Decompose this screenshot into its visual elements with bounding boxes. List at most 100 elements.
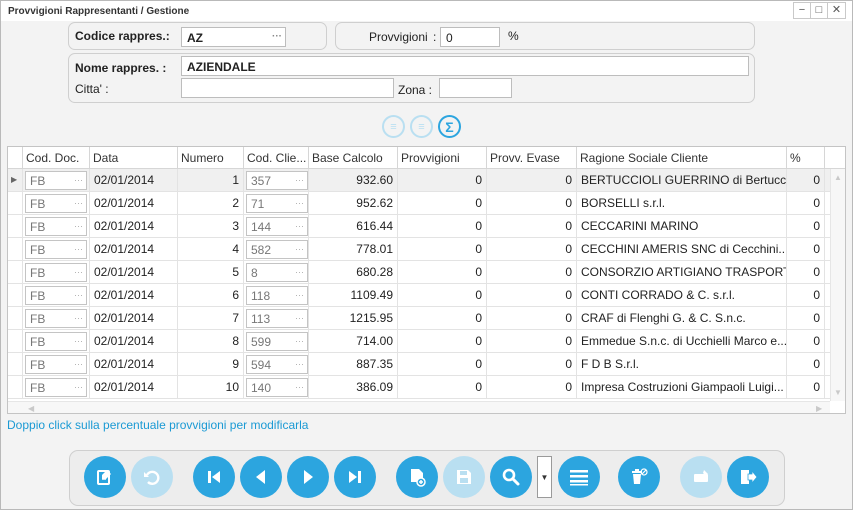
cod-doc-lookup-dots[interactable]: ··· [74,359,83,369]
previous-record-button[interactable] [240,456,282,498]
cod-doc-lookup-dots[interactable]: ··· [74,336,83,346]
table-row[interactable]: FB ··· 02/01/2014 3 144 ··· 616.44 0 0 CECCARINI … [8,215,845,238]
cod-cliente-field[interactable]: 8 ··· [246,263,308,282]
cod-doc-field[interactable]: FB ··· [25,217,87,236]
maximize-button[interactable]: □ [811,3,828,18]
new-document-button[interactable] [396,456,438,498]
cod-cliente-field[interactable]: 140 ··· [246,378,308,397]
vertical-scrollbar[interactable]: ▲ ▼ [830,169,845,401]
cod-doc-lookup-dots[interactable]: ··· [74,221,83,231]
cod-cliente-field[interactable]: 582 ··· [246,240,308,259]
cod-doc-field[interactable]: FB ··· [25,263,87,282]
table-row[interactable]: ▶ FB ··· 02/01/2014 1 357 ··· 932.60 0 0 BERTUCCIO… [8,169,845,192]
cod-cliente-lookup-dots[interactable]: ··· [295,244,304,254]
cod-cliente-lookup-dots[interactable]: ··· [295,290,304,300]
cod-cliente-field[interactable]: 599 ··· [246,332,308,351]
cod-cliente-lookup-dots[interactable]: ··· [295,221,304,231]
header-provvigioni[interactable]: Provvigioni [398,147,487,169]
percent-cell[interactable]: 0 [787,192,825,214]
cod-doc-field[interactable]: FB ··· [25,286,87,305]
cod-cliente-lookup-dots[interactable]: ··· [295,198,304,208]
cod-doc-lookup-dots[interactable]: ··· [74,198,83,208]
first-record-button[interactable] [193,456,235,498]
print-button[interactable] [680,456,722,498]
zona-field[interactable] [439,78,512,98]
percent-cell[interactable]: 0 [787,261,825,283]
search-dropdown-arrow[interactable]: ▼ [537,456,552,498]
citta-field[interactable] [181,78,394,98]
row-selector[interactable] [8,215,23,237]
header-provv-evase[interactable]: Provv. Evase [487,147,577,169]
table-row[interactable]: FB ··· 02/01/2014 4 582 ··· 778.01 0 0 CECCHINI A… [8,238,845,261]
row-selector[interactable] [8,353,23,375]
table-row[interactable]: FB ··· 02/01/2014 9 594 ··· 887.35 0 0 F D B S.r.… [8,353,845,376]
cod-doc-field[interactable]: FB ··· [25,378,87,397]
header-percent[interactable]: % [787,147,825,169]
percent-cell[interactable]: 0 [787,353,825,375]
row-selector[interactable] [8,284,23,306]
percent-cell[interactable]: 0 [787,238,825,260]
cod-cliente-lookup-dots[interactable]: ··· [295,382,304,392]
edit-document-button[interactable] [84,456,126,498]
header-cod-cliente[interactable]: Cod. Clie... [244,147,309,169]
percent-cell[interactable]: 0 [787,376,825,398]
row-selector[interactable]: ▶ [8,169,23,191]
cod-doc-lookup-dots[interactable]: ··· [74,382,83,392]
minimize-button[interactable]: − [794,3,811,18]
header-data[interactable]: Data [90,147,178,169]
scroll-down-icon[interactable]: ▼ [834,388,842,397]
table-row[interactable]: FB ··· 02/01/2014 2 71 ··· 952.62 0 0 BORSELLI s.… [8,192,845,215]
header-numero[interactable]: Numero [178,147,244,169]
cod-cliente-lookup-dots[interactable]: ··· [295,313,304,323]
percent-cell[interactable]: 0 [787,169,825,191]
table-row[interactable]: FB ··· 02/01/2014 5 8 ··· 680.28 0 0 CONSORZIO AR… [8,261,845,284]
cod-cliente-field[interactable]: 71 ··· [246,194,308,213]
cod-cliente-lookup-dots[interactable]: ··· [295,267,304,277]
cod-doc-lookup-dots[interactable]: ··· [74,267,83,277]
table-row[interactable]: FB ··· 02/01/2014 10 140 ··· 386.09 0 0 Impresa C… [8,376,845,399]
undo-button[interactable] [131,456,173,498]
percent-cell[interactable]: 0 [787,284,825,306]
nome-field[interactable]: AZIENDALE [181,56,749,76]
cod-doc-lookup-dots[interactable]: ··· [74,244,83,254]
codice-lookup-dots[interactable]: ··· [272,31,282,42]
cod-doc-field[interactable]: FB ··· [25,171,87,190]
percent-cell[interactable]: 0 [787,307,825,329]
row-selector[interactable] [8,192,23,214]
row-selector[interactable] [8,238,23,260]
cod-cliente-lookup-dots[interactable]: ··· [295,175,304,185]
cod-cliente-lookup-dots[interactable]: ··· [295,359,304,369]
last-record-button[interactable] [334,456,376,498]
list-edit-icon[interactable]: ≡ [382,115,405,138]
horizontal-scrollbar[interactable]: ◀ ▶ [8,401,830,413]
cod-doc-lookup-dots[interactable]: ··· [74,175,83,185]
row-selector[interactable] [8,330,23,352]
cod-cliente-field[interactable]: 144 ··· [246,217,308,236]
cod-cliente-field[interactable]: 594 ··· [246,355,308,374]
table-row[interactable]: FB ··· 02/01/2014 6 118 ··· 1109.49 0 0 CONTI COR… [8,284,845,307]
cod-doc-field[interactable]: FB ··· [25,194,87,213]
exit-button[interactable] [727,456,769,498]
cod-cliente-field[interactable]: 113 ··· [246,309,308,328]
header-ragione-sociale[interactable]: Ragione Sociale Cliente [577,147,787,169]
cod-cliente-field[interactable]: 118 ··· [246,286,308,305]
cod-doc-field[interactable]: FB ··· [25,355,87,374]
list-remove-icon[interactable]: ≡ [410,115,433,138]
next-record-button[interactable] [287,456,329,498]
cod-doc-lookup-dots[interactable]: ··· [74,290,83,300]
cod-doc-field[interactable]: FB ··· [25,309,87,328]
search-button[interactable] [490,456,532,498]
scroll-left-icon[interactable]: ◀ [28,404,34,413]
scroll-up-icon[interactable]: ▲ [834,173,842,182]
sum-icon[interactable]: Σ [438,115,461,138]
cod-cliente-lookup-dots[interactable]: ··· [295,336,304,346]
close-button[interactable]: ✕ [828,3,845,18]
row-selector[interactable] [8,307,23,329]
percent-cell[interactable]: 0 [787,215,825,237]
codice-field[interactable]: AZ ··· [181,27,286,47]
table-row[interactable]: FB ··· 02/01/2014 8 599 ··· 714.00 0 0 Emmedue S.… [8,330,845,353]
save-button[interactable] [443,456,485,498]
percent-cell[interactable]: 0 [787,330,825,352]
cod-doc-lookup-dots[interactable]: ··· [74,313,83,323]
list-button[interactable] [558,456,600,498]
